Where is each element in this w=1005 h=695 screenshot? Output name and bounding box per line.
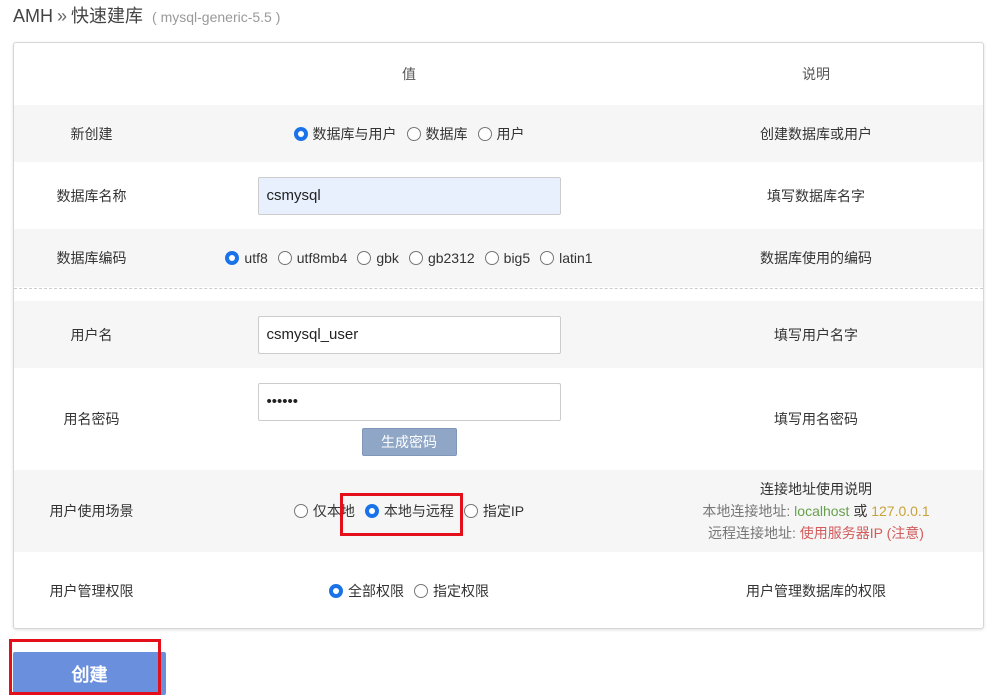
row-usage-scene: 用户使用场景 仅本地 本地与远程 指定IP 连接地址使用说明 本地连接地址: l…	[14, 470, 983, 552]
radio-dot[interactable]	[293, 504, 308, 518]
radio-dot[interactable]	[477, 126, 492, 141]
radio-dot[interactable]	[408, 251, 423, 265]
local-ip-value: 127.0.0.1	[871, 503, 930, 519]
breadcrumb-app[interactable]: AMH	[13, 6, 53, 26]
radio-dot[interactable]	[463, 504, 478, 518]
radio-label: big5	[503, 250, 531, 266]
radio-charset-utf8[interactable]: utf8	[225, 250, 268, 266]
radio-charset-latin1[interactable]: latin1	[540, 250, 593, 266]
row-label: 数据库名称	[56, 187, 127, 204]
mysql-version-note: ( mysql-generic-5.5 )	[152, 9, 281, 25]
column-header-description: 说明	[802, 66, 830, 82]
row-create-new: 新创建 数据库与用户 数据库 用户 创建数据库或用户	[14, 105, 983, 162]
create-db-form-panel: 值 说明 新创建 数据库与用户 数据库 用户 创建数据库或用户 数据库名称 填写…	[13, 42, 984, 629]
row-db-name: 数据库名称 填写数据库名字	[14, 162, 983, 229]
local-address-line: 本地连接地址: localhost 或 127.0.0.1	[702, 500, 929, 522]
row-label: 新创建	[70, 125, 113, 142]
radio-label: gb2312	[427, 250, 475, 266]
localhost-value: localhost	[794, 503, 850, 519]
table-header-row: 值 说明	[14, 43, 983, 105]
radio-dot[interactable]	[540, 251, 555, 265]
connection-info-title: 连接地址使用说明	[760, 481, 872, 497]
row-db-charset: 数据库编码 utf8 utf8mb4 gbk gb2312 big5 latin…	[14, 229, 983, 287]
radio-db-only[interactable]: 数据库	[406, 124, 468, 144]
radio-charset-gbk[interactable]: gbk	[357, 250, 399, 266]
row-label: 用户名	[70, 326, 113, 343]
username-input[interactable]	[257, 315, 561, 354]
row-description: 填写用名密码	[774, 411, 858, 427]
radio-label: utf8	[244, 250, 268, 266]
charset-radio-group: utf8 utf8mb4 gbk gb2312 big5 latin1	[169, 229, 649, 287]
row-password: 用名密码 生成密码 填写用名密码	[14, 368, 983, 470]
generate-password-button[interactable]: 生成密码	[361, 427, 457, 456]
radio-label: gbk	[376, 250, 399, 266]
radio-dot-checked[interactable]	[293, 126, 308, 141]
radio-dot[interactable]	[414, 584, 428, 598]
password-input[interactable]	[257, 382, 561, 421]
local-address-label: 本地连接地址:	[702, 503, 791, 519]
remote-address-label: 远程连接地址:	[708, 525, 796, 541]
radio-specified-ip[interactable]: 指定IP	[463, 501, 525, 521]
section-divider	[14, 288, 983, 289]
page-title: 快速建库	[71, 6, 144, 26]
radio-specified-permissions[interactable]: 指定权限	[414, 581, 489, 601]
create-type-radio-group: 数据库与用户 数据库 用户	[169, 105, 649, 162]
connection-info: 连接地址使用说明 本地连接地址: localhost 或 127.0.0.1 远…	[649, 470, 983, 552]
row-description: 填写数据库名字	[767, 187, 865, 204]
row-label: 数据库编码	[56, 250, 127, 266]
remote-address-value[interactable]: 使用服务器IP (注意)	[800, 525, 924, 541]
row-permissions: 用户管理权限 全部权限 指定权限 用户管理数据库的权限	[14, 552, 983, 630]
remote-address-line: 远程连接地址: 使用服务器IP (注意)	[708, 522, 924, 544]
radio-charset-big5[interactable]: big5	[484, 250, 531, 266]
radio-label: 数据库	[425, 125, 468, 142]
permissions-radio-group: 全部权限 指定权限	[169, 552, 649, 630]
radio-dot[interactable]	[277, 251, 292, 265]
radio-charset-gb2312[interactable]: gb2312	[408, 250, 475, 266]
row-label: 用户管理权限	[49, 583, 134, 599]
db-name-input[interactable]	[257, 176, 561, 215]
radio-label: latin1	[559, 250, 593, 266]
radio-all-permissions[interactable]: 全部权限	[329, 581, 404, 601]
row-username: 用户名 填写用户名字	[14, 301, 983, 368]
radio-user-only[interactable]: 用户	[477, 124, 525, 144]
row-label: 用名密码	[63, 411, 120, 427]
breadcrumb: AMH» 快速建库 ( mysql-generic-5.5 )	[13, 4, 280, 28]
radio-label: 指定IP	[482, 503, 525, 519]
radio-charset-utf8mb4[interactable]: utf8mb4	[277, 250, 348, 266]
radio-dot-checked[interactable]	[225, 251, 240, 265]
row-description: 用户管理数据库的权限	[746, 583, 886, 599]
radio-label: utf8mb4	[296, 250, 348, 266]
radio-dot[interactable]	[357, 251, 372, 265]
radio-label: 数据库与用户	[312, 125, 397, 142]
radio-db-and-user[interactable]: 数据库与用户	[293, 124, 397, 144]
row-description: 数据库使用的编码	[760, 250, 872, 266]
row-description: 创建数据库或用户	[760, 125, 872, 142]
radio-label: 全部权限	[348, 583, 404, 599]
radio-dot-checked[interactable]	[329, 584, 343, 598]
annotation-highlight-box	[340, 493, 463, 536]
or-text: 或	[853, 503, 868, 519]
breadcrumb-separator: »	[57, 6, 68, 26]
radio-label: 指定权限	[433, 583, 489, 599]
radio-label: 用户	[496, 125, 525, 142]
radio-dot[interactable]	[406, 126, 421, 141]
row-label: 用户使用场景	[49, 503, 134, 519]
annotation-highlight-box	[9, 639, 161, 695]
radio-dot[interactable]	[484, 251, 499, 265]
column-header-value: 值	[402, 66, 416, 82]
row-description: 填写用户名字	[774, 326, 858, 343]
